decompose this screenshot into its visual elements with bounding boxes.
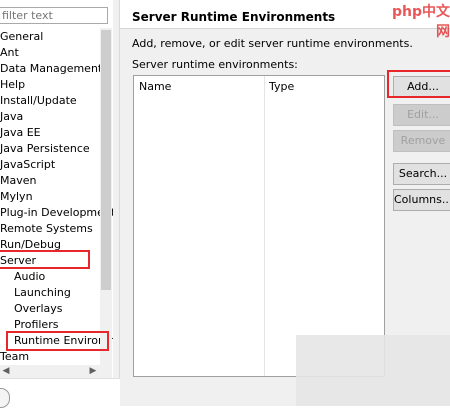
remove-button[interactable]: Remove <box>393 130 450 152</box>
column-divider <box>264 76 265 376</box>
tree-item-java-persistence[interactable]: Java Persistence <box>0 141 90 157</box>
server-highlight <box>0 250 90 269</box>
tree-item-help[interactable]: Help <box>0 77 25 93</box>
runtime-list-label: Server runtime environments: <box>132 58 298 71</box>
tree-item-general[interactable]: General <box>0 29 43 45</box>
tree-item-ant[interactable]: Ant <box>0 45 19 61</box>
runtime-environments-table[interactable] <box>133 75 385 377</box>
watermark-logo: php中文网 <box>391 4 450 40</box>
page-description: Add, remove, or edit server runtime envi… <box>132 37 413 50</box>
filter-input[interactable] <box>0 8 109 23</box>
tree-item-overlays[interactable]: Overlays <box>14 301 63 317</box>
tree-item-team[interactable]: Team <box>0 349 29 365</box>
column-header-name[interactable]: Name <box>139 80 171 93</box>
filter-field[interactable] <box>0 7 109 24</box>
columns-button[interactable]: Columns... <box>393 189 450 211</box>
tree-item-mylyn[interactable]: Mylyn <box>0 189 33 205</box>
tree-item-maven[interactable]: Maven <box>0 173 36 189</box>
search-button[interactable]: Search... <box>393 163 450 185</box>
scroll-left-arrow-icon[interactable]: ◀ <box>1 366 11 377</box>
tree-item-data-management[interactable]: Data Management <box>0 61 102 77</box>
page-title: Server Runtime Environments <box>132 10 336 24</box>
scroll-corner <box>100 365 112 378</box>
tree-scroll-thumb[interactable] <box>101 30 111 290</box>
add-button-highlight <box>387 70 450 98</box>
edit-button[interactable]: Edit... <box>393 104 450 126</box>
scroll-right-arrow-icon[interactable]: ▶ <box>88 366 98 377</box>
column-header-type[interactable]: Type <box>269 80 294 93</box>
tree-item-plug-in-development[interactable]: Plug-in Development <box>0 205 115 221</box>
tree-item-audio[interactable]: Audio <box>14 269 45 285</box>
bottom-button-bar <box>0 378 120 406</box>
tree-item-javascript[interactable]: JavaScript <box>0 157 55 173</box>
tree-item-java-ee[interactable]: Java EE <box>0 125 41 141</box>
runtime-environments-highlight <box>6 331 109 351</box>
obscured-region <box>296 335 450 406</box>
tree-item-remote-systems[interactable]: Remote Systems <box>0 221 93 237</box>
tree-item-launching[interactable]: Launching <box>14 285 71 301</box>
tree-item-java[interactable]: Java <box>0 109 23 125</box>
tree-item-install-update[interactable]: Install/Update <box>0 93 77 109</box>
